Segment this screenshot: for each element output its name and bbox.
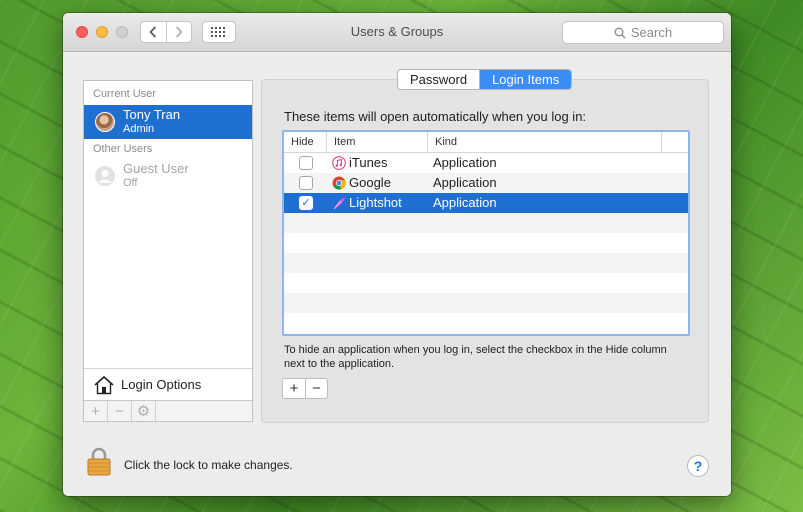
zoom-button[interactable] [116,26,128,38]
user-role: Admin [123,123,155,135]
minimize-button[interactable] [96,26,108,38]
tab-bar: Password Login Items [397,69,573,90]
empty-row [284,213,688,233]
search-icon [614,27,626,38]
title-bar: Users & Groups Search [63,13,731,52]
table-body: iTunes Application Google Application ✓ [284,153,688,333]
hide-checkbox[interactable] [299,156,313,170]
empty-row [284,233,688,253]
table-row[interactable]: Google Application [284,173,688,193]
lock-instruction-text: Click the lock to make changes. [124,458,293,472]
user-name: Guest User [123,161,189,176]
hide-checkbox[interactable] [299,176,313,190]
lightshot-feather-icon [333,197,345,210]
table-row[interactable]: ✓ Lightshot Application [284,193,688,213]
current-user-header: Current User [93,88,156,100]
chevron-left-icon [149,26,157,38]
item-name: iTunes [349,155,388,170]
empty-row [284,253,688,273]
remove-user-button[interactable]: − [108,401,132,421]
user-actions-button[interactable]: ⚙ [132,401,156,421]
table-header: Hide Item Kind [284,132,688,153]
guest-avatar-icon [95,166,115,186]
other-users-header: Other Users [93,143,153,155]
user-row-guest-user[interactable]: Guest User Off [84,159,252,193]
house-icon [94,375,114,394]
tab-password[interactable]: Password [398,70,479,89]
back-button[interactable] [141,22,166,42]
hide-checkbox[interactable]: ✓ [299,196,313,210]
back-forward-group [140,21,192,43]
chevron-right-icon [175,26,183,38]
item-kind: Application [433,195,497,210]
column-header-hide[interactable]: Hide [284,132,327,153]
forward-button[interactable] [165,22,192,42]
item-kind: Application [433,175,497,190]
add-login-item-button[interactable]: + [283,379,305,398]
window-title: Users & Groups [350,24,444,39]
users-sidebar: Current User Tony Tran Admin Other Users… [83,80,253,422]
close-button[interactable] [76,26,88,38]
item-name: Google [349,175,391,190]
sidebar-toolbar: + − ⚙ [84,400,252,421]
users-groups-window: Users & Groups Search Current User Tony … [63,13,731,496]
column-header-kind[interactable]: Kind [428,132,662,153]
login-items-heading: These items will open automatically when… [284,109,587,124]
avatar [95,112,115,132]
lock-icon[interactable] [87,446,111,476]
search-placeholder: Search [630,25,673,40]
login-options-label: Login Options [121,377,202,392]
help-button[interactable]: ? [687,455,709,477]
tab-login-items[interactable]: Login Items [479,70,572,89]
remove-login-item-button[interactable]: − [305,379,327,398]
empty-row [284,293,688,313]
show-all-button[interactable] [202,21,236,43]
user-row-tony-tran[interactable]: Tony Tran Admin [84,105,252,139]
table-row[interactable]: iTunes Application [284,153,688,173]
item-kind: Application [433,155,497,170]
add-remove-group: + − [282,378,328,399]
user-role: Off [123,177,138,189]
item-name: Lightshot [349,195,402,210]
login-items-table: Hide Item Kind iTunes Application Google… [282,130,690,336]
empty-row [284,273,688,293]
add-user-button[interactable]: + [84,401,108,421]
itunes-icon [332,156,346,170]
grid-icon [211,27,225,37]
column-header-item[interactable]: Item [327,132,428,153]
hide-help-text: To hide an application when you log in, … [284,344,667,370]
search-field[interactable]: Search [562,21,724,44]
login-options-item[interactable]: Login Options [84,368,252,400]
empty-row [284,313,688,333]
chrome-icon [332,176,346,190]
user-name: Tony Tran [123,107,181,122]
